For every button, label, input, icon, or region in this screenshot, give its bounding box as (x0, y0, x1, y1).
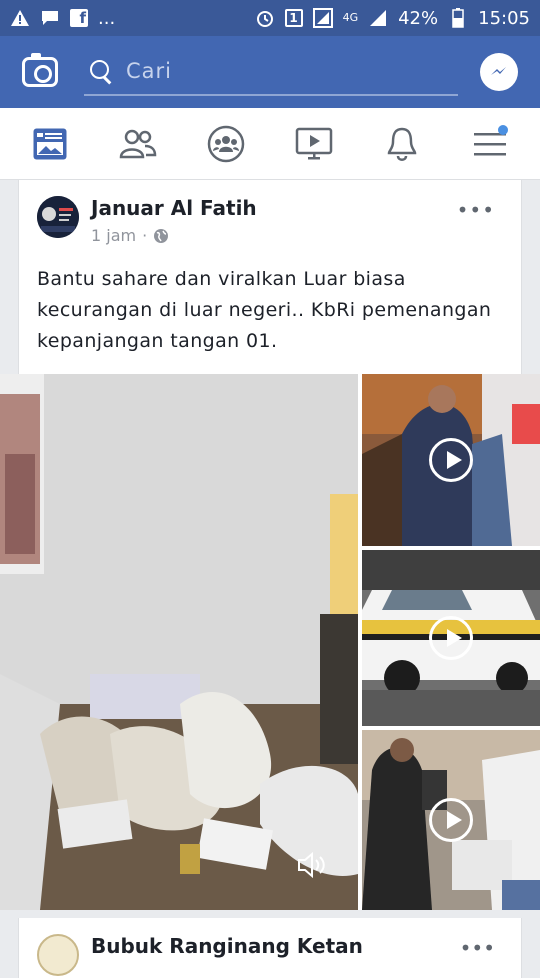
globe-icon (154, 228, 169, 243)
video-thumbnail-2[interactable] (362, 550, 540, 726)
bell-icon (387, 127, 417, 161)
facebook-notification-icon: f (70, 9, 88, 27)
tab-bar (0, 108, 540, 180)
tab-news-feed[interactable] (20, 119, 80, 169)
search-placeholder: Cari (126, 59, 172, 83)
search-input[interactable]: Cari (84, 48, 458, 96)
post-options-button[interactable]: ••• (457, 198, 495, 222)
battery-icon (448, 8, 468, 28)
volume-icon[interactable] (296, 850, 328, 880)
watch-icon (295, 127, 333, 159)
news-feed-icon (33, 128, 67, 159)
chat-notification-icon (40, 8, 60, 28)
network-type: 4G (342, 11, 359, 24)
tab-groups[interactable] (196, 119, 256, 169)
tab-friends[interactable] (108, 119, 168, 169)
author-avatar[interactable] (37, 196, 79, 238)
new-badge (498, 124, 508, 135)
post-options-button[interactable]: ••• (460, 936, 495, 960)
main-video[interactable] (0, 374, 358, 910)
author-name[interactable]: Januar Al Fatih (91, 196, 257, 220)
post-time[interactable]: 1 jam (91, 226, 136, 245)
video-thumbnail-1[interactable] (362, 374, 540, 546)
top-bar: Cari (0, 36, 540, 108)
signal-strength-icon (368, 8, 388, 28)
post-meta: 1 jam · (91, 226, 169, 245)
alarm-icon (255, 8, 275, 28)
play-icon[interactable] (429, 616, 473, 660)
tab-watch[interactable] (284, 119, 344, 169)
sim-number-badge: 1 (284, 9, 303, 27)
play-icon[interactable] (429, 438, 473, 482)
feed-post-next: Bubuk Ranginang Ketan ••• (18, 918, 522, 978)
tab-notifications[interactable] (372, 119, 432, 169)
friends-icon (119, 129, 157, 158)
video-thumbnail-3[interactable] (362, 730, 540, 910)
clock: 15:05 (478, 7, 530, 29)
post-text: Bantu sahare dan viralkan Luar biasa kec… (37, 268, 492, 352)
tab-menu[interactable] (460, 119, 520, 169)
search-icon (88, 58, 114, 84)
battery-percent: 42% (398, 7, 439, 29)
signal-icon (312, 8, 333, 28)
play-icon[interactable] (429, 798, 473, 842)
messenger-icon[interactable] (480, 53, 518, 91)
post-media (0, 374, 540, 910)
overflow-indicator: ... (98, 7, 116, 29)
feed-post: Januar Al Fatih 1 jam · ••• Bantu sahare… (18, 180, 522, 374)
meta-separator: · (142, 226, 148, 245)
camera-icon[interactable] (22, 53, 58, 87)
warning-icon (10, 8, 30, 28)
status-bar: f ... 1 4G 42% 15:05 (0, 0, 540, 36)
author-avatar[interactable] (37, 934, 79, 976)
groups-icon (207, 125, 245, 162)
author-name[interactable]: Bubuk Ranginang Ketan (91, 934, 363, 958)
